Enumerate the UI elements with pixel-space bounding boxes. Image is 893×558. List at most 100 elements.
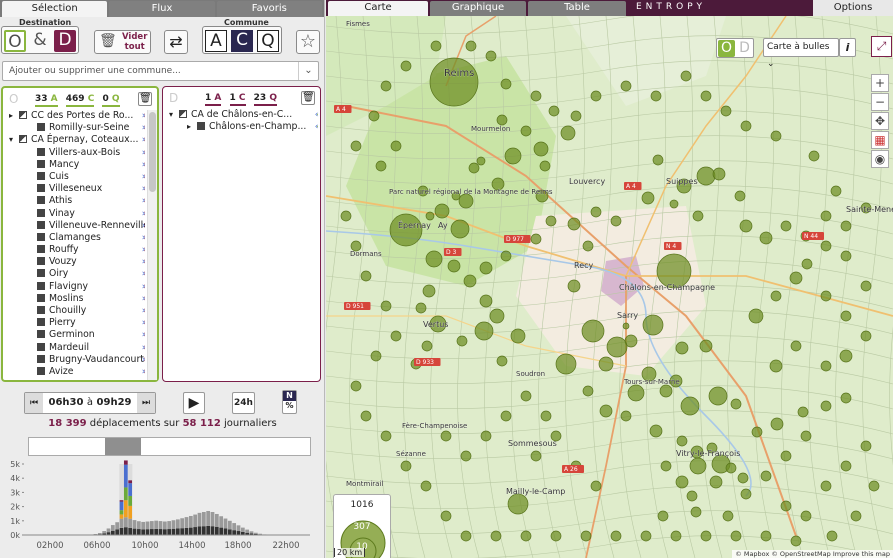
tree-row[interactable]: ▾ CA Épernay, Coteaux... ›› — [3, 134, 145, 146]
checkbox-icon[interactable] — [197, 122, 205, 131]
tree-row[interactable]: Brugny-Vaudancourt ›› — [3, 354, 145, 366]
flow-arrows-icon[interactable]: ›› — [142, 354, 145, 366]
commune-search-select[interactable]: Ajouter ou supprimer une commune... ⌄ — [2, 61, 319, 81]
flow-arrows-icon[interactable]: ›› — [142, 256, 145, 268]
time-next-button[interactable]: ⏭ — [137, 393, 155, 413]
flow-arrows-icon[interactable]: ‹‹ — [315, 109, 318, 121]
map-mode-select[interactable]: Carte à bulles ⌄ — [763, 38, 839, 69]
checkbox-icon[interactable] — [37, 306, 45, 314]
time-start[interactable]: 06h30 — [48, 397, 83, 408]
tab-table[interactable]: Table — [528, 1, 626, 16]
tab-selection[interactable]: Sélection — [2, 1, 108, 17]
time-brush[interactable] — [28, 437, 311, 456]
tree-row[interactable]: Flavigny ›› — [3, 281, 145, 293]
chevron-down-icon[interactable]: ⌄ — [298, 62, 318, 80]
favorite-button[interactable]: ☆ — [296, 30, 320, 54]
destination-trash-icon[interactable]: 🗑 — [301, 91, 315, 105]
flow-arrows-icon[interactable]: ›› — [142, 122, 145, 134]
tree-row[interactable]: Avize ›› — [3, 366, 145, 378]
tab-favoris[interactable]: Favoris — [216, 1, 322, 17]
checkbox-icon[interactable] — [37, 330, 45, 339]
tree-row[interactable]: Oiry ›› — [3, 268, 145, 280]
checkbox-icon[interactable] — [179, 110, 187, 118]
time-prev-button[interactable]: ⏮ — [25, 393, 43, 413]
flow-arrows-icon[interactable]: ›› — [142, 342, 145, 354]
checkbox-icon[interactable] — [37, 171, 45, 180]
checkbox-icon[interactable] — [37, 147, 45, 156]
tree-row[interactable]: Vouzy ›› — [3, 256, 145, 268]
swap-button[interactable]: ⇄ — [164, 30, 188, 54]
flow-arrows-icon[interactable]: ›› — [142, 147, 145, 159]
tree-row[interactable]: ▸ Châlons-en-Champ... ‹‹ — [163, 121, 318, 133]
tree-row[interactable]: Clamanges ›› — [3, 232, 145, 244]
tree-row[interactable]: Villeneuve-Renneville...›› — [3, 220, 145, 232]
tree-row[interactable]: Romilly-sur-Seine ›› — [3, 122, 145, 134]
zoom-in-button[interactable]: + — [871, 74, 889, 92]
flow-arrows-icon[interactable]: ›› — [142, 366, 145, 378]
origin-and-destination-button[interactable]: & — [29, 30, 51, 52]
checkbox-icon[interactable] — [19, 111, 27, 119]
camera-icon[interactable]: ◉ — [871, 150, 889, 168]
tree-row[interactable]: Mardeuil ›› — [3, 342, 145, 354]
destination-mode-button[interactable]: D — [54, 30, 76, 52]
map-od-toggle[interactable]: O D — [716, 38, 754, 58]
layers-icon[interactable]: ▦ — [871, 131, 889, 149]
flow-arrows-icon[interactable]: ›› — [142, 110, 145, 122]
expand-toggle-icon[interactable]: ▾ — [9, 134, 19, 146]
checkbox-icon[interactable] — [37, 293, 45, 302]
flow-arrows-icon[interactable]: ›› — [142, 134, 145, 146]
play-button[interactable]: ▶ — [183, 392, 205, 414]
expand-toggle-icon[interactable]: ▸ — [187, 121, 197, 133]
flow-arrows-icon[interactable]: ›› — [142, 268, 145, 280]
flow-arrows-icon[interactable]: ›› — [142, 293, 145, 305]
flow-arrows-icon[interactable]: ›› — [142, 244, 145, 256]
flow-arrows-icon[interactable]: ›› — [142, 171, 145, 183]
checkbox-icon[interactable] — [37, 159, 45, 168]
map-attribution[interactable]: © Mapbox © OpenStreetMap Improve this ma… — [732, 550, 893, 558]
tree-row[interactable]: Athis ›› — [3, 195, 145, 207]
flow-arrows-icon[interactable]: ›› — [142, 183, 145, 195]
flow-arrows-icon[interactable]: ›› — [142, 281, 145, 293]
tree-row[interactable]: Germinon ›› — [3, 329, 145, 341]
checkbox-icon[interactable] — [37, 196, 45, 205]
flow-arrows-icon[interactable]: ›› — [142, 232, 145, 244]
checkbox-icon[interactable] — [37, 354, 45, 363]
flow-arrows-icon[interactable]: ›› — [142, 305, 145, 317]
expand-toggle-icon[interactable]: ▾ — [169, 109, 179, 121]
checkbox-icon[interactable] — [37, 342, 45, 351]
map-destination-toggle[interactable]: D — [736, 40, 753, 57]
rotate-icon[interactable]: ✥ — [871, 112, 889, 130]
map-canvas[interactable]: Reims Épernay Ay Châlons-en-Champagne Louver… — [326, 16, 893, 558]
tree-row[interactable]: Chouilly ›› — [3, 305, 145, 317]
tree-row[interactable]: ▸ CC des Portes de Ro... ›› — [3, 110, 145, 122]
info-button[interactable]: i — [839, 38, 856, 57]
options-button[interactable]: Options — [813, 0, 893, 16]
map-view[interactable]: Reims Épernay Ay Châlons-en-Champagne Louver… — [326, 16, 893, 558]
flow-arrows-icon[interactable]: ›› — [142, 159, 145, 171]
checkbox-icon[interactable] — [37, 281, 45, 290]
count-percent-toggle[interactable]: N % — [282, 390, 297, 414]
origin-trash-icon[interactable]: 🗑 — [138, 92, 152, 106]
flow-arrows-icon[interactable]: ›› — [142, 195, 145, 207]
checkbox-icon[interactable] — [37, 123, 45, 132]
tree-row[interactable]: Vinay ›› — [3, 208, 145, 220]
tree-row[interactable]: ▾ CA de Châlons-en-C... ‹‹ — [163, 109, 318, 121]
origin-scrollbar[interactable] — [147, 110, 157, 380]
tab-graphique[interactable]: Graphique — [430, 1, 526, 16]
tree-row[interactable]: Pierry ›› — [3, 317, 145, 329]
flow-arrows-icon[interactable]: ›› — [142, 208, 145, 220]
flow-arrows-icon[interactable]: ›› — [142, 220, 145, 232]
tree-row[interactable]: Rouffy ›› — [3, 244, 145, 256]
tree-row[interactable]: Cuis ›› — [3, 171, 145, 183]
checkbox-icon[interactable] — [37, 208, 45, 217]
flow-arrows-icon[interactable]: ›› — [142, 317, 145, 329]
checkbox-icon[interactable] — [37, 220, 45, 229]
expand-icon[interactable]: ⤢ — [871, 36, 892, 57]
tree-row[interactable]: Villeseneux ›› — [3, 183, 145, 195]
level-a-button[interactable]: A — [205, 30, 227, 52]
zoom-out-button[interactable]: − — [871, 93, 889, 111]
flow-arrows-icon[interactable]: ‹‹ — [315, 121, 318, 133]
time-end[interactable]: 09h29 — [97, 397, 132, 408]
checkbox-icon[interactable] — [37, 269, 45, 278]
map-origin-toggle[interactable]: O — [718, 40, 735, 57]
